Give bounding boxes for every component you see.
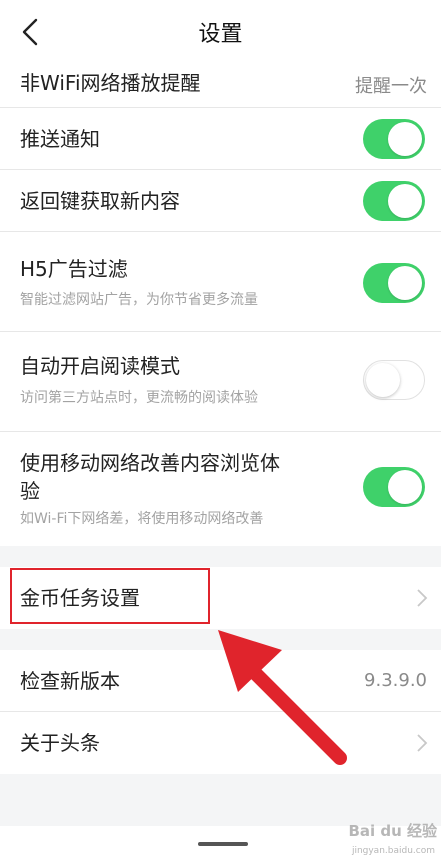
row-mobile-network-improve: 使用移动网络改善内容浏览体 验 如Wi-Fi下网络差，将使用移动网络改善	[0, 432, 441, 546]
row-label: 返回键获取新内容	[20, 189, 180, 213]
row-label: H5广告过滤	[20, 257, 128, 281]
row-push-notification: 推送通知	[0, 108, 441, 170]
toggle-knob	[388, 266, 422, 300]
row-label: 检查新版本	[20, 669, 120, 693]
row-description: 访问第三方站点时，更流畅的阅读体验	[20, 390, 258, 406]
row-label-line1: 使用移动网络改善内容浏览体	[20, 451, 280, 475]
row-label: 自动开启阅读模式	[20, 354, 180, 378]
version-value: 9.3.9.0	[364, 670, 427, 691]
reading-mode-toggle[interactable]	[363, 360, 425, 400]
home-indicator[interactable]	[198, 842, 248, 846]
watermark-brand: Bai du 经验	[348, 822, 437, 840]
row-description: 智能过滤网站广告，为你节省更多流量	[20, 292, 258, 308]
red-arrow-annotation	[218, 630, 347, 765]
settings-group-general: 非WiFi网络播放提醒 提醒一次 推送通知 返回键获取新内容 H5广告过滤 智能…	[0, 62, 441, 546]
toggle-knob	[366, 363, 400, 397]
row-label: 非WiFi网络播放提醒	[20, 71, 201, 95]
page-title: 设置	[198, 22, 243, 47]
toggle-knob	[388, 122, 422, 156]
watermark-url: jingyan.baidu.com	[351, 846, 435, 856]
row-label-line2: 验	[20, 479, 40, 503]
row-nonwifi-reminder[interactable]: 非WiFi网络播放提醒 提醒一次	[0, 62, 441, 108]
row-description: 如Wi-Fi下网络差，将使用移动网络改善	[20, 511, 264, 527]
top-bar: 设置	[0, 0, 441, 62]
mobile-network-toggle[interactable]	[363, 467, 425, 507]
row-back-key-refresh: 返回键获取新内容	[0, 170, 441, 232]
h5-ad-filter-toggle[interactable]	[363, 263, 425, 303]
row-label: 关于头条	[20, 731, 100, 755]
back-key-toggle[interactable]	[363, 181, 425, 221]
toggle-knob	[388, 470, 422, 504]
push-toggle[interactable]	[363, 119, 425, 159]
row-label: 推送通知	[20, 127, 100, 151]
chevron-right-icon	[417, 734, 428, 752]
highlight-box	[10, 568, 210, 624]
row-h5-ad-filter: H5广告过滤 智能过滤网站广告，为你节省更多流量	[0, 232, 441, 332]
chevron-right-icon	[417, 589, 428, 607]
row-value: 提醒一次	[355, 76, 427, 97]
toggle-knob	[388, 184, 422, 218]
row-auto-reading-mode: 自动开启阅读模式 访问第三方站点时，更流畅的阅读体验	[0, 332, 441, 432]
